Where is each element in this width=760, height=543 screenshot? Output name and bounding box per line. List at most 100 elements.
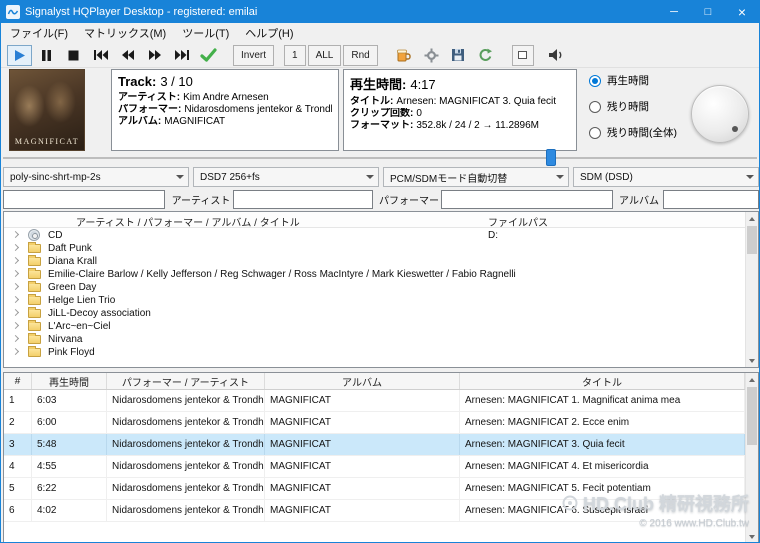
expander-icon[interactable]	[11, 308, 20, 317]
refresh-button[interactable]	[473, 45, 498, 66]
folder-icon	[28, 294, 41, 305]
expander-icon[interactable]	[11, 321, 20, 330]
library-tree-row[interactable]: L'Arc~en~Ciel	[4, 320, 745, 333]
next-track-button[interactable]	[169, 45, 194, 66]
library-item-label: CD	[48, 230, 63, 241]
album-search-label: アルバム	[619, 196, 659, 207]
playlist-row[interactable]: 1 6:03 Nidarosdomens jentekor & Trondhei…	[4, 390, 745, 412]
repeat-one-button[interactable]: 1	[284, 44, 306, 66]
output-mode-select[interactable]: SDM (DSD)	[573, 167, 759, 187]
track-duration: 6:03	[32, 390, 107, 411]
playlist-row[interactable]: 5 6:22 Nidarosdomens jentekor & Trondhei…	[4, 478, 745, 500]
play-button[interactable]	[7, 44, 32, 66]
output-device-button[interactable]	[544, 45, 569, 66]
app-icon	[6, 5, 20, 19]
library-tree-row[interactable]: Nirvana	[4, 333, 745, 346]
playlist-row[interactable]: 4 4:55 Nidarosdomens jentekor & Trondhei…	[4, 456, 745, 478]
menu-tools[interactable]: ツール(T)	[174, 23, 237, 43]
expander-icon[interactable]	[11, 295, 20, 304]
mug-button[interactable]	[392, 45, 417, 66]
expander-icon[interactable]	[11, 256, 20, 265]
scroll-up-button[interactable]	[746, 373, 758, 386]
folder-icon	[28, 242, 41, 253]
performer-label: パフォーマー:	[118, 104, 182, 115]
scroll-down-button[interactable]	[746, 530, 758, 542]
volume-knob[interactable]	[691, 85, 749, 143]
library-tree-row[interactable]: Daft Punk	[4, 242, 745, 255]
previous-track-button[interactable]	[88, 45, 113, 66]
shaper-select[interactable]: DSD7 256+fs	[193, 167, 379, 187]
invert-button[interactable]: Invert	[233, 44, 275, 66]
menu-file[interactable]: ファイル(F)	[2, 23, 76, 43]
playlist-row[interactable]: 3 5:48 Nidarosdomens jentekor & Trondhei…	[4, 434, 745, 456]
column-header-title[interactable]: タイトル	[460, 373, 745, 389]
scroll-up-button[interactable]	[746, 212, 758, 225]
column-header-performer[interactable]: パフォーマー / アーティスト	[107, 373, 265, 389]
album-input[interactable]	[663, 190, 759, 209]
menu-matrix[interactable]: マトリックス(M)	[76, 23, 174, 43]
pcm-sdm-mode-select[interactable]: PCM/SDMモード自動切替	[383, 167, 569, 187]
library-path-column-header[interactable]: ファイルパス	[488, 214, 548, 229]
rewind-button[interactable]	[115, 45, 140, 66]
compact-mode-button[interactable]	[511, 44, 534, 66]
pause-button[interactable]	[34, 45, 59, 66]
library-tree-row[interactable]: Green Day	[4, 281, 745, 294]
library-tree-row[interactable]: Pink Floyd	[4, 346, 745, 359]
album-label: アルバム:	[118, 116, 162, 127]
expander-icon[interactable]	[11, 282, 20, 291]
library-header[interactable]: アーティスト / パフォーマー / アルバム / タイトル ファイルパス	[4, 212, 758, 229]
column-header-album[interactable]: アルバム	[265, 373, 460, 389]
library-tree-row[interactable]: Helge Lien Trio	[4, 294, 745, 307]
settings-button[interactable]	[419, 45, 444, 66]
playlist-row[interactable]: 2 6:00 Nidarosdomens jentekor & Trondhei…	[4, 412, 745, 434]
fast-forward-button[interactable]	[142, 45, 167, 66]
library-tree-row[interactable]: Diana Krall	[4, 255, 745, 268]
playlist-body: 1 6:03 Nidarosdomens jentekor & Trondhei…	[4, 390, 745, 542]
artist-input[interactable]	[233, 190, 373, 209]
library-tree-row[interactable]: Emilie-Claire Barlow / Kelly Jefferson /…	[4, 268, 745, 281]
minimize-button[interactable]: ─	[657, 1, 691, 23]
random-button[interactable]: Rnd	[343, 44, 378, 66]
performer-input[interactable]	[441, 190, 613, 209]
expander-icon[interactable]	[11, 230, 20, 239]
column-header-duration[interactable]: 再生時間	[32, 373, 107, 389]
time-mode-option-0[interactable]: 再生時間	[589, 73, 677, 88]
time-mode-option-2[interactable]: 残り時間(全体)	[589, 125, 677, 140]
arrow-up-icon	[749, 214, 755, 221]
expander-icon[interactable]	[11, 269, 20, 278]
close-button[interactable]: ×	[725, 1, 759, 23]
column-header-number[interactable]: #	[4, 373, 32, 389]
expander-icon[interactable]	[11, 243, 20, 252]
window-title: Signalyst HQPlayer Desktop - registered:…	[25, 6, 258, 18]
expander-icon[interactable]	[11, 334, 20, 343]
stop-button[interactable]	[61, 45, 86, 66]
track-value: 3 / 10	[160, 74, 193, 89]
seek-slider[interactable]	[1, 149, 759, 167]
confirm-button[interactable]	[196, 45, 221, 66]
expander-icon[interactable]	[11, 347, 20, 356]
playlist-row[interactable]: 6 4:02 Nidarosdomens jentekor & Trondhei…	[4, 500, 745, 522]
scroll-down-button[interactable]	[746, 354, 758, 367]
filter-select[interactable]: poly-sinc-shrt-mp-2s	[3, 167, 189, 187]
time-mode-option-1[interactable]: 残り時間	[589, 99, 677, 114]
seek-track[interactable]	[3, 157, 757, 159]
keyword-input[interactable]	[3, 190, 165, 209]
menu-help[interactable]: ヘルプ(H)	[237, 23, 301, 43]
library-item-label: Diana Krall	[48, 256, 97, 267]
time-mode-label: 残り時間	[607, 101, 649, 113]
stop-icon	[68, 50, 79, 60]
library-tree-column-header[interactable]: アーティスト / パフォーマー / アルバム / タイトル	[76, 214, 300, 229]
library-tree-row[interactable]: CD D:	[4, 229, 745, 242]
seek-handle[interactable]	[545, 149, 556, 166]
track-number: 1	[4, 390, 32, 411]
repeat-all-button[interactable]: ALL	[307, 44, 342, 66]
play-time-value: 4:17	[410, 77, 436, 92]
maximize-button[interactable]: □	[691, 1, 725, 23]
scrollbar-thumb[interactable]	[747, 387, 757, 445]
save-button[interactable]	[446, 45, 471, 66]
library-tree-row[interactable]: JiLL-Decoy association	[4, 307, 745, 320]
track-album: MAGNIFICAT	[265, 478, 460, 499]
scrollbar-thumb[interactable]	[747, 226, 757, 254]
track-duration: 4:02	[32, 500, 107, 521]
titlebar[interactable]: Signalyst HQPlayer Desktop - registered:…	[1, 1, 759, 23]
